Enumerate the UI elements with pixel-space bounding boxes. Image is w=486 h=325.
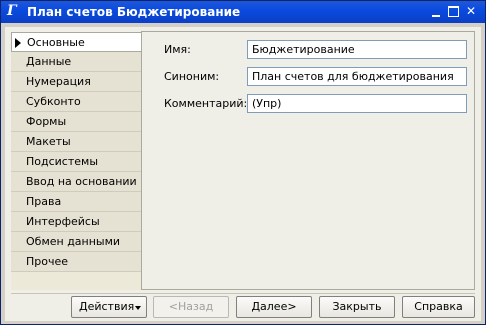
properties-panel: Имя: Бюджетирование Синоним: План счетов… bbox=[141, 31, 475, 290]
nav-item-interfeysy[interactable]: Интерфейсы bbox=[11, 212, 141, 232]
nav-item-label: Основные bbox=[27, 36, 85, 49]
nav-item-prochee[interactable]: Прочее bbox=[11, 252, 141, 272]
comment-label: Комментарий: bbox=[164, 97, 248, 110]
nav-item-label: Подсистемы bbox=[26, 155, 99, 168]
back-button[interactable]: <Назад bbox=[153, 296, 229, 318]
footer-divider bbox=[11, 293, 475, 294]
name-label: Имя: bbox=[164, 43, 191, 56]
nav-item-label: Права bbox=[26, 195, 62, 208]
nav-item-label: Обмен данными bbox=[26, 235, 121, 248]
nav-item-podsistemy[interactable]: Подсистемы bbox=[11, 152, 141, 172]
dialog-window: Г План счетов Бюджетирование ✕ Основные … bbox=[0, 0, 486, 325]
nav-item-osnovnye[interactable]: Основные bbox=[11, 32, 141, 52]
minimize-icon bbox=[432, 15, 440, 17]
comment-field[interactable]: (Упр) bbox=[247, 94, 467, 113]
actions-button[interactable]: Действия bbox=[71, 296, 147, 318]
1c-config-icon: Г bbox=[7, 3, 17, 19]
nav-item-dannye[interactable]: Данные bbox=[11, 52, 141, 72]
nav-item-makety[interactable]: Макеты bbox=[11, 132, 141, 152]
close-icon: ✕ bbox=[465, 4, 477, 18]
triangle-right-icon bbox=[15, 38, 21, 48]
help-button[interactable]: Справка bbox=[402, 296, 475, 318]
nav-item-label: Интерфейсы bbox=[26, 215, 100, 228]
close-button[interactable]: ✕ bbox=[463, 4, 479, 19]
name-field[interactable]: Бюджетирование bbox=[247, 40, 467, 59]
nav-item-label: Прочее bbox=[26, 255, 69, 268]
nav-item-label: Макеты bbox=[26, 135, 71, 148]
nav-item-obmen-dannymi[interactable]: Обмен данными bbox=[11, 232, 141, 252]
synonym-field[interactable]: План счетов для бюджетирования bbox=[247, 67, 467, 86]
section-nav: Основные Данные Нумерация Субконто Формы… bbox=[11, 32, 141, 290]
nav-item-label: Данные bbox=[26, 55, 72, 68]
window-title: План счетов Бюджетирование bbox=[27, 5, 241, 19]
close-dialog-button[interactable]: Закрыть bbox=[319, 296, 395, 318]
nav-item-formy[interactable]: Формы bbox=[11, 112, 141, 132]
nav-item-numeratsiya[interactable]: Нумерация bbox=[11, 72, 141, 92]
actions-label: Действия bbox=[79, 300, 135, 313]
chevron-down-icon bbox=[135, 306, 141, 310]
nav-item-label: Формы bbox=[26, 115, 67, 128]
nav-item-vvod-na-osnovanii[interactable]: Ввод на основании bbox=[11, 172, 141, 192]
title-bar[interactable]: Г План счетов Бюджетирование ✕ bbox=[1, 1, 485, 23]
maximize-icon bbox=[448, 6, 459, 17]
dialog-body: Основные Данные Нумерация Субконто Формы… bbox=[5, 27, 481, 321]
maximize-button[interactable] bbox=[446, 4, 462, 19]
nav-item-label: Нумерация bbox=[26, 75, 91, 88]
synonym-label: Синоним: bbox=[164, 70, 220, 83]
nav-item-prava[interactable]: Права bbox=[11, 192, 141, 212]
nav-item-subkonto[interactable]: Субконто bbox=[11, 92, 141, 112]
next-button[interactable]: Далее> bbox=[236, 296, 312, 318]
minimize-button[interactable] bbox=[429, 4, 445, 19]
nav-item-label: Субконто bbox=[26, 95, 81, 108]
nav-item-label: Ввод на основании bbox=[26, 175, 137, 188]
